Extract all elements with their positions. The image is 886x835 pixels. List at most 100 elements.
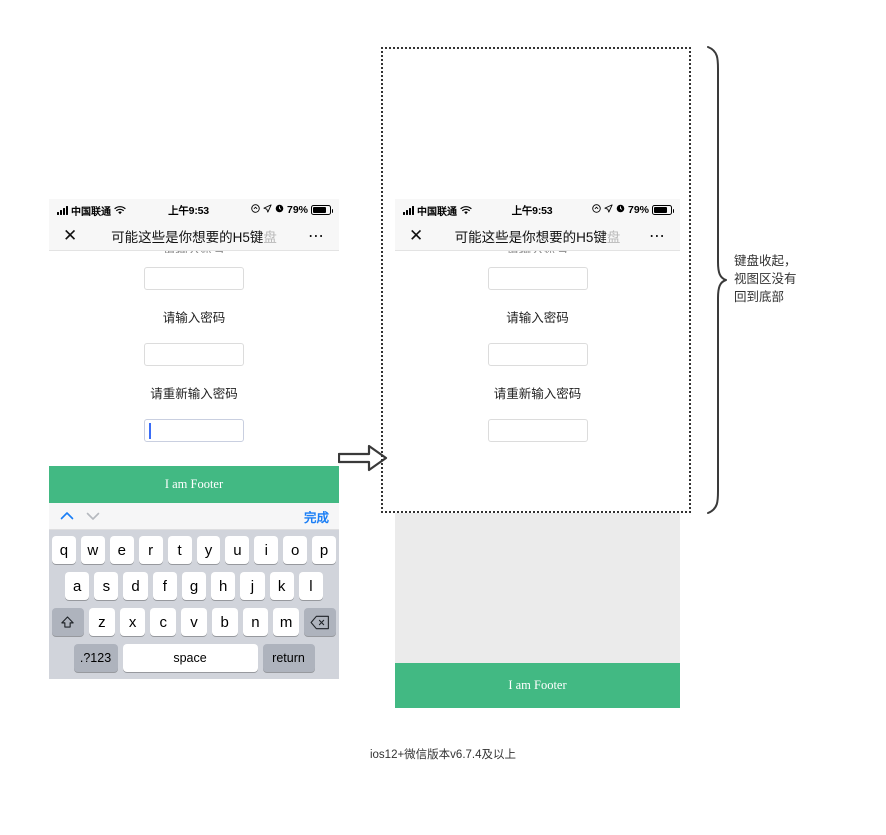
input-account[interactable] (144, 267, 244, 290)
page-title: 可能这些是你想要的H5键盘 (85, 226, 303, 246)
key-y[interactable]: y (196, 536, 221, 564)
input-account[interactable] (487, 267, 588, 290)
key-u[interactable]: u (225, 536, 250, 564)
input-password[interactable] (487, 342, 588, 366)
key-e[interactable]: e (109, 536, 134, 564)
key-numbers[interactable]: .?123 (73, 644, 118, 672)
key-d[interactable]: d (123, 572, 148, 600)
keyboard-row-4: .?123 space return (52, 644, 336, 672)
page-title-text: 可能这些是你想要的H5键 (454, 229, 607, 245)
label-password-repeat: 请重新输入密码 (150, 386, 238, 401)
key-j[interactable]: j (240, 572, 265, 600)
carrier-label: 中国联通 (71, 206, 111, 218)
key-t[interactable]: t (167, 536, 192, 564)
key-o[interactable]: o (283, 536, 308, 564)
status-bar-left-group-2: 中国联通 (403, 203, 472, 218)
key-z[interactable]: z (88, 608, 115, 636)
status-bar-right-group: 79% (251, 204, 333, 216)
key-x[interactable]: x (119, 608, 146, 636)
status-bar-right-group-2: 79% (592, 204, 674, 216)
diagram-canvas: 中国联通 上午9:53 79% ✕ 可能这些是你想要的H5键盘 ⋯ 请输入密码 … (0, 0, 886, 835)
chevron-up-icon[interactable] (59, 508, 75, 524)
status-bar-left: 中国联通 上午9:53 79% (49, 199, 339, 221)
label-password: 请输入密码 (506, 311, 569, 325)
figure-caption: ios12+微信版本v6.7.4及以上 (369, 749, 517, 761)
text-caret (149, 422, 151, 439)
input-password-repeat[interactable] (144, 418, 244, 442)
key-g[interactable]: g (181, 572, 207, 600)
curly-brace-icon (702, 45, 728, 520)
battery-icon (652, 205, 674, 215)
key-p[interactable]: p (312, 536, 337, 564)
wifi-icon (114, 205, 126, 215)
location-arrow-icon (604, 204, 613, 216)
key-a[interactable]: a (65, 572, 90, 600)
battery-percent-label: 79% (286, 204, 308, 216)
rotation-lock-icon (592, 204, 601, 216)
key-n[interactable]: n (242, 608, 269, 636)
phone-mockup-keyboard-open: 中国联通 上午9:53 79% ✕ 可能这些是你想要的H5键盘 ⋯ 请输入密码 … (49, 199, 339, 679)
signal-bars-icon (57, 205, 68, 215)
more-dots-icon[interactable]: ⋯ (644, 226, 666, 246)
status-bar-right: 中国联通 上午9:53 79% (395, 199, 680, 221)
chevron-down-icon[interactable] (85, 508, 101, 524)
battery-percent-label: 79% (627, 204, 649, 216)
keyboard-row-2: a s d f g h j k l (52, 572, 336, 600)
alarm-icon (275, 204, 284, 216)
label-password: 请输入密码 (162, 311, 226, 325)
alarm-icon (616, 204, 625, 216)
label-account: 请输入账号 (395, 251, 680, 253)
page-footer-right: I am Footer (395, 663, 680, 708)
key-i[interactable]: i (254, 536, 279, 564)
key-m[interactable]: m (273, 608, 300, 636)
key-f[interactable]: f (152, 572, 177, 600)
nav-bar-left: ✕ 可能这些是你想要的H5键盘 ⋯ (49, 221, 339, 251)
keyboard-row-3: z x c v b n m (51, 608, 337, 636)
phone-mockup-keyboard-dismissed: 中国联通 上午9:53 79% ✕ 可能这些是你想要的H5键盘 ⋯ 请输入密码 … (395, 199, 680, 708)
nav-bar-right: ✕ 可能这些是你想要的H5键盘 ⋯ (395, 221, 680, 251)
battery-icon (311, 205, 333, 215)
key-s[interactable]: s (94, 572, 119, 600)
key-b[interactable]: b (211, 608, 238, 636)
keyboard-row-1: q w e r t y u i o p (51, 536, 337, 564)
more-dots-icon[interactable]: ⋯ (303, 226, 325, 246)
key-h[interactable]: h (211, 572, 236, 600)
page-title-clipped: 盘 (263, 229, 277, 245)
key-v[interactable]: v (181, 608, 207, 636)
blank-keyboard-gap (395, 513, 680, 663)
status-bar-clock: 上午9:53 (511, 204, 553, 217)
right-arrow-icon (337, 443, 388, 478)
shift-up-arrow-icon[interactable] (51, 608, 84, 636)
page-title-clipped: 盘 (606, 229, 621, 245)
page-title-text: 可能这些是你想要的H5键 (111, 229, 264, 245)
status-bar-left-group: 中国联通 (57, 203, 126, 218)
key-q[interactable]: q (51, 536, 76, 564)
input-password-repeat[interactable] (487, 418, 588, 442)
key-k[interactable]: k (269, 572, 294, 600)
carrier-label: 中国联通 (417, 206, 457, 218)
key-space[interactable]: space (122, 644, 258, 672)
key-w[interactable]: w (80, 536, 105, 564)
keyboard-accessory-bar: 完成 (49, 503, 339, 530)
key-l[interactable]: l (298, 572, 323, 600)
form-scroll-area-left[interactable]: 请输入账号 请输入密码 请重新输入密码 (49, 251, 339, 466)
key-return[interactable]: return (262, 644, 315, 672)
label-account: 请输入账号 (49, 251, 339, 253)
status-bar-clock: 上午9:53 (168, 204, 209, 217)
input-password[interactable] (144, 342, 244, 366)
backspace-delete-icon[interactable] (304, 608, 337, 636)
wifi-icon (460, 205, 472, 215)
annotation-note: 键盘收起， 视图区没有 回到底部 (734, 254, 797, 305)
signal-bars-icon (403, 205, 414, 215)
key-c[interactable]: c (150, 608, 177, 636)
keyboard-done-button[interactable]: 完成 (304, 507, 329, 526)
form-scroll-area-right[interactable]: 请输入账号 请输入密码 请重新输入密码 (395, 251, 680, 513)
ios-keyboard[interactable]: q w e r t y u i o p a s d f g h j k l z … (49, 530, 339, 679)
key-r[interactable]: r (138, 536, 163, 564)
close-icon[interactable]: ✕ (409, 227, 431, 244)
location-arrow-icon (263, 204, 272, 216)
close-icon[interactable]: ✕ (63, 227, 85, 244)
page-title: 可能这些是你想要的H5键盘 (431, 226, 644, 246)
label-password-repeat: 请重新输入密码 (493, 386, 582, 401)
rotation-lock-icon (251, 204, 260, 216)
